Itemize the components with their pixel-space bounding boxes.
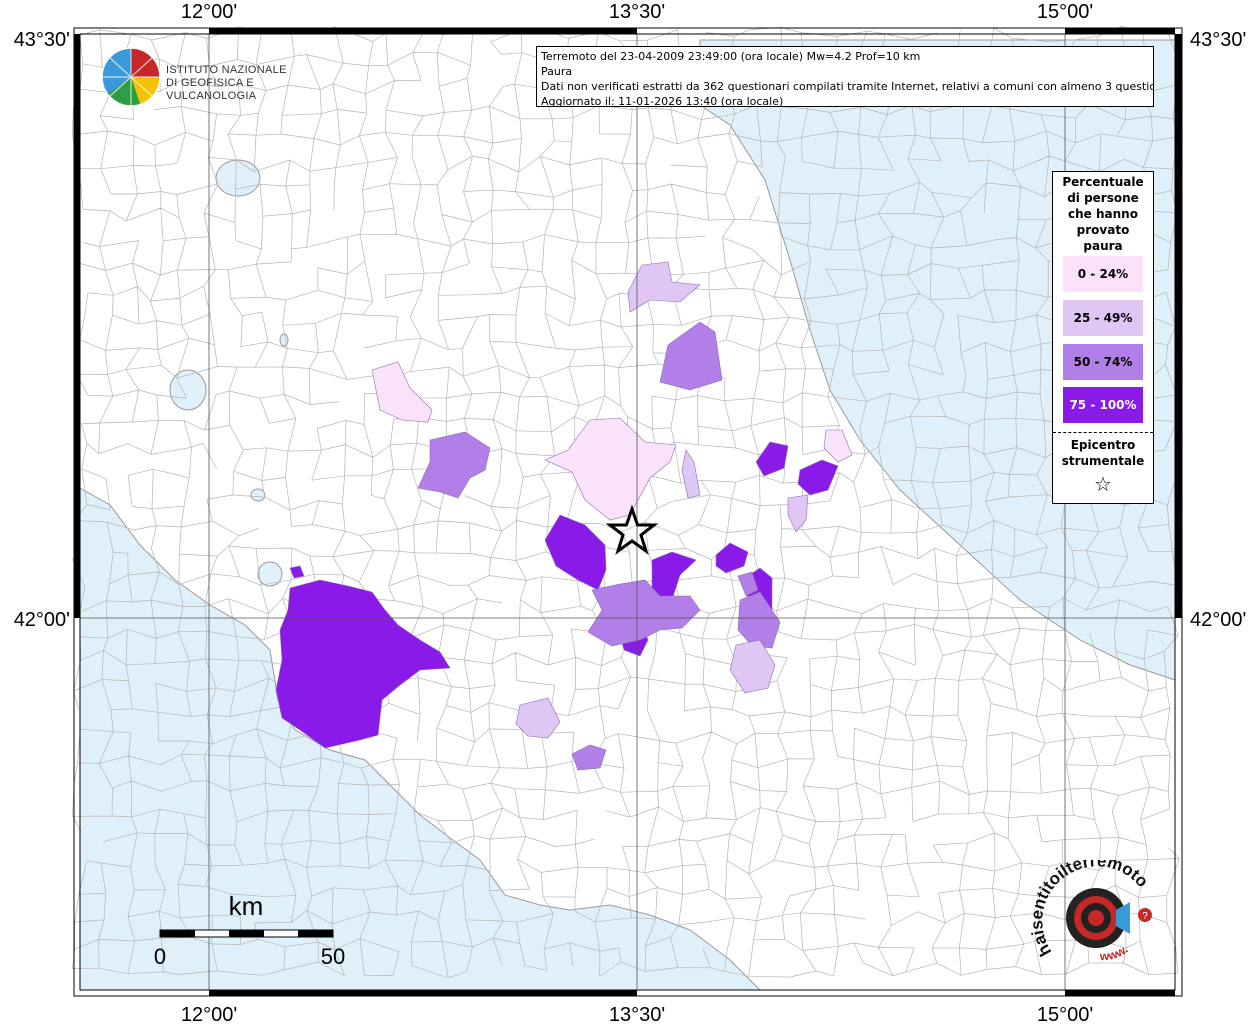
legend-class-75-100: 75 - 100% [1063,387,1143,423]
ingv-logo: ISTITUTO NAZIONALE DI GEOFISICA E VULCAN… [100,46,320,108]
scale-end: 50 [321,944,345,969]
info-data-note: Dati non verificati estratti da 362 ques… [541,80,1154,93]
legend-epicenter-line: Epicentro [1070,438,1136,452]
lon-label-top-2: 13°30' [609,1,665,23]
info-parameter: Paura [541,65,573,78]
legend-title-line: Percentuale [1062,175,1144,189]
ingv-globe-icon [101,47,161,107]
legend-epicenter-line: strumentale [1061,454,1145,468]
lat-label-right-1: 43°30' [1190,29,1246,51]
info-updated: Aggiornato il: 11-01-2026 13:40 (ora loc… [541,95,784,107]
lon-label-top-3: 15°00' [1037,1,1093,23]
lon-label-bottom-3: 15°00' [1037,1004,1093,1024]
scale-start: 0 [154,944,166,969]
legend-title-line: di persone [1067,191,1139,205]
legend-class-50-74: 50 - 74% [1063,344,1143,380]
legend-title: Percentuale di persone che hanno provato… [1053,174,1153,254]
lon-label-bottom-2: 13°30' [609,1004,665,1024]
lon-label-bottom-1: 12°00' [181,1004,237,1024]
lake-small-1 [250,488,266,502]
legend: Percentuale di persone che hanno provato… [1052,171,1154,504]
lake-trasimeno-like [169,369,207,411]
legend-class-25-49: 25 - 49% [1063,300,1143,336]
lat-label-right-2: 42°00' [1190,609,1246,631]
haisentito-logo[interactable]: haisentitoilterremoto.it www. ? [1027,845,1170,975]
lat-label-left-2: 42°00' [14,609,70,631]
info-event: Terremoto del 23-04-2009 23:49:00 (ora l… [541,50,921,63]
scale-unit: km [229,891,264,921]
legend-separator [1053,432,1153,433]
lake-bolsena [215,159,261,197]
legend-epicenter-label: Epicentro strumentale [1053,437,1153,469]
svg-text:?: ? [1142,911,1148,922]
legend-class-0-24: 0 - 24% [1063,256,1143,292]
ingv-name-line1: ISTITUTO NAZIONALE [166,64,287,76]
ingv-name-line2: DI GEOFISICA E VULCANOLOGIA [166,77,257,102]
legend-title-line: provato [1076,223,1130,237]
earthquake-info-box: Terremoto del 23-04-2009 23:49:00 (ora l… [536,46,1154,107]
haisentito-logo-icon: haisentitoilterremoto.it www. ? [1027,845,1152,963]
lon-label-top-1: 12°00' [181,1,237,23]
legend-title-line: paura [1083,239,1123,253]
legend-star-icon: ☆ [1094,472,1112,496]
legend-title-line: che hanno [1068,207,1138,221]
lat-label-left-1: 43°30' [14,29,70,51]
